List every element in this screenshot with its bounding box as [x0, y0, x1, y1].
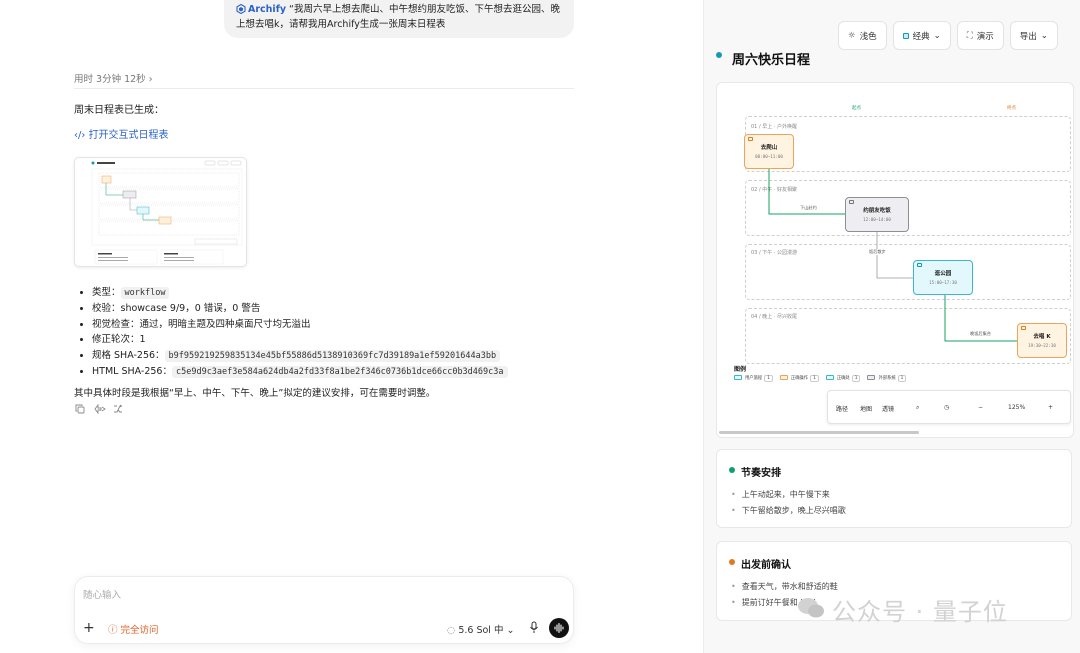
node-title: 约朋友吃饭 — [863, 208, 891, 214]
node-time: 08:00–11:00 — [755, 154, 783, 159]
checklist-dot — [729, 559, 735, 565]
node-lunch[interactable]: 约朋友吃饭 12:00–14:00 — [845, 197, 909, 232]
response-heading: 周末日程表已生成： — [74, 105, 164, 116]
panel-toolbar: ☼ 浅色 经典 ⌄ ⛶ 演示 导出 ⌄ — [838, 21, 1058, 50]
search-icon[interactable]: ⌕ — [916, 404, 919, 412]
microphone-icon[interactable] — [529, 621, 539, 634]
app-mention[interactable]: Archify — [236, 3, 286, 15]
list-item: 下午留给散步，晚上尽兴唱歌 — [731, 503, 846, 519]
rhythm-title: 节奏安排 — [741, 468, 781, 479]
spinner-icon: ◌ — [447, 625, 456, 636]
message-composer[interactable]: 随心输入 + ⓘ 完全访问 ◌ 5.6 Sol 中 ⌄ — [74, 576, 574, 644]
waveform-icon — [554, 622, 564, 634]
node-title: 去爬山 — [760, 145, 778, 151]
list-item: 上午动起来，中午慢下来 — [731, 487, 846, 503]
code-icon: ‹/› — [74, 130, 86, 141]
legend-item: 用户旅程 1 — [734, 375, 773, 382]
branch-icon[interactable] — [113, 404, 123, 414]
feedback-icon[interactable] — [94, 403, 106, 415]
copy-icon[interactable] — [75, 404, 85, 414]
zoom-out-button[interactable]: − — [978, 404, 983, 411]
access-warning-icon: ⓘ — [108, 625, 118, 636]
list-item: 类型：workflow — [92, 285, 508, 301]
zoom-level: 125% — [1008, 404, 1026, 411]
map-button[interactable]: 地图 — [860, 404, 872, 413]
thumbnail-preview-image — [91, 160, 243, 265]
list-item: HTML SHA-256：c5e9d9c3aef3e584a624db4a2fd… — [92, 364, 508, 380]
node-ktv[interactable]: 去唱 K 19:30–22:30 — [1017, 323, 1067, 358]
list-item: 校验：showcase 9/9，0 错误，0 警告 — [92, 301, 508, 317]
theme-button[interactable]: ☼ 浅色 — [838, 21, 887, 50]
diagram-controls: 路径 地图 透镜 ⌕ ◷ − 125% + — [827, 390, 1071, 424]
node-badge-icon — [849, 200, 854, 204]
watermark: 公众号 · 量子位 — [832, 598, 1008, 626]
legend: 用户旅程 1 正确操作 1 正确处 1 外部系统 1 — [734, 375, 907, 382]
schedule-thumbnail[interactable] — [74, 157, 247, 267]
reset-icon[interactable]: ◷ — [944, 404, 949, 411]
result-meta-list: 类型：workflow 校验：showcase 9/9，0 错误，0 警告 视觉… — [92, 285, 508, 380]
chat-pane: Archify “我周六早上想去爬山、中午想约朋友吃饭、下午想去逛公园、晚上想去… — [0, 0, 703, 653]
add-attachment-button[interactable]: + — [83, 620, 95, 636]
legend-item: 外部系统 1 — [867, 375, 907, 382]
chevron-down-icon: ⌄ — [933, 30, 941, 41]
node-time: 19:30–22:30 — [1028, 343, 1056, 348]
message-input[interactable]: 随心输入 — [83, 587, 121, 601]
present-button[interactable]: ⛶ 演示 — [956, 21, 1004, 50]
list-item: 规格 SHA-256：b9f959219259835134e45bf55886d… — [92, 348, 508, 364]
fullscreen-icon: ⛶ — [966, 30, 973, 41]
wechat-logo-icon — [798, 598, 824, 618]
node-badge-icon — [917, 263, 922, 267]
artifact-panel: ☼ 浅色 经典 ⌄ ⛶ 演示 导出 ⌄ 周六快乐日程 起点 终点 01 / 早上 · 户… — [703, 0, 1080, 653]
node-title: 逛公园 — [934, 271, 952, 277]
list-item: 视觉检查：通过，明暗主题及四种桌面尺寸均无溢出 — [92, 317, 508, 333]
title-dot — [716, 52, 722, 58]
lens-button[interactable]: 透镜 — [882, 404, 894, 413]
open-schedule-link[interactable]: ‹/› 打开交互式日程表 — [74, 126, 169, 141]
node-time: 12:00–14:00 — [863, 217, 891, 222]
user-message-bubble: Archify “我周六早上想去爬山、中午想约朋友吃饭、下午想去逛公园、晚上想去… — [224, 0, 574, 38]
response-footnote: 其中具体时段是我根据“早上、中午、下午、晚上”拟定的建议安排，可在需要时调整。 — [74, 388, 436, 399]
legend-title: 图例 — [734, 366, 747, 373]
access-mode-button[interactable]: ⓘ 完全访问 — [108, 622, 159, 636]
elapsed-time[interactable]: 用时 3分钟 12秒 › — [74, 71, 153, 85]
rhythm-card: 节奏安排 上午动起来，中午慢下来 下午留给散步，晚上尽兴唱歌 — [716, 449, 1072, 528]
edge-label: 晚饭后集合 — [969, 331, 992, 337]
node-badge-icon — [748, 137, 753, 141]
node-hike[interactable]: 去爬山 08:00–11:00 — [744, 134, 794, 169]
node-time: 15:00–17:30 — [929, 280, 957, 285]
checklist-title: 出发前确认 — [741, 560, 791, 571]
export-button[interactable]: 导出 ⌄ — [1009, 21, 1058, 50]
legend-item: 正确操作 1 — [779, 375, 819, 382]
node-badge-icon — [1021, 326, 1026, 330]
node-park[interactable]: 逛公园 15:00–17:30 — [913, 260, 973, 295]
message-actions — [75, 403, 123, 415]
legend-item: 正确处 1 — [825, 375, 861, 382]
archify-icon — [236, 3, 246, 15]
zoom-in-button[interactable]: + — [1048, 404, 1053, 411]
chevron-down-icon: ⌄ — [1040, 30, 1048, 41]
chevron-right-icon: › — [148, 74, 153, 85]
edge-label: 下山赴约 — [799, 205, 818, 211]
list-item: 修正轮次：1 — [92, 332, 508, 348]
style-select[interactable]: 经典 ⌄ — [892, 21, 951, 50]
divider — [74, 88, 574, 89]
rhythm-list: 上午动起来，中午慢下来 下午留给散步，晚上尽兴唱歌 — [731, 487, 846, 519]
style-swatch-icon — [902, 32, 909, 39]
chevron-down-icon: ⌄ — [506, 625, 515, 636]
list-item: 查看天气，带水和舒适的鞋 — [731, 579, 838, 595]
panel-title: 周六快乐日程 — [732, 53, 811, 68]
model-selector[interactable]: ◌ 5.6 Sol 中 ⌄ — [447, 622, 514, 636]
voice-mode-button[interactable] — [549, 618, 569, 638]
edge-label: 饭后散步 — [868, 249, 887, 255]
sun-icon: ☼ — [848, 30, 856, 41]
path-button[interactable]: 路径 — [836, 404, 848, 413]
rhythm-dot — [729, 467, 735, 473]
workflow-diagram[interactable]: 起点 终点 01 / 早上 · 户外唤醒 02 / 中午 · 好友相聚 03 /… — [716, 82, 1074, 438]
edge-lunch-to-park — [876, 232, 913, 279]
node-title: 去唱 K — [1033, 334, 1051, 340]
horizontal-scrollbar[interactable] — [719, 431, 919, 434]
